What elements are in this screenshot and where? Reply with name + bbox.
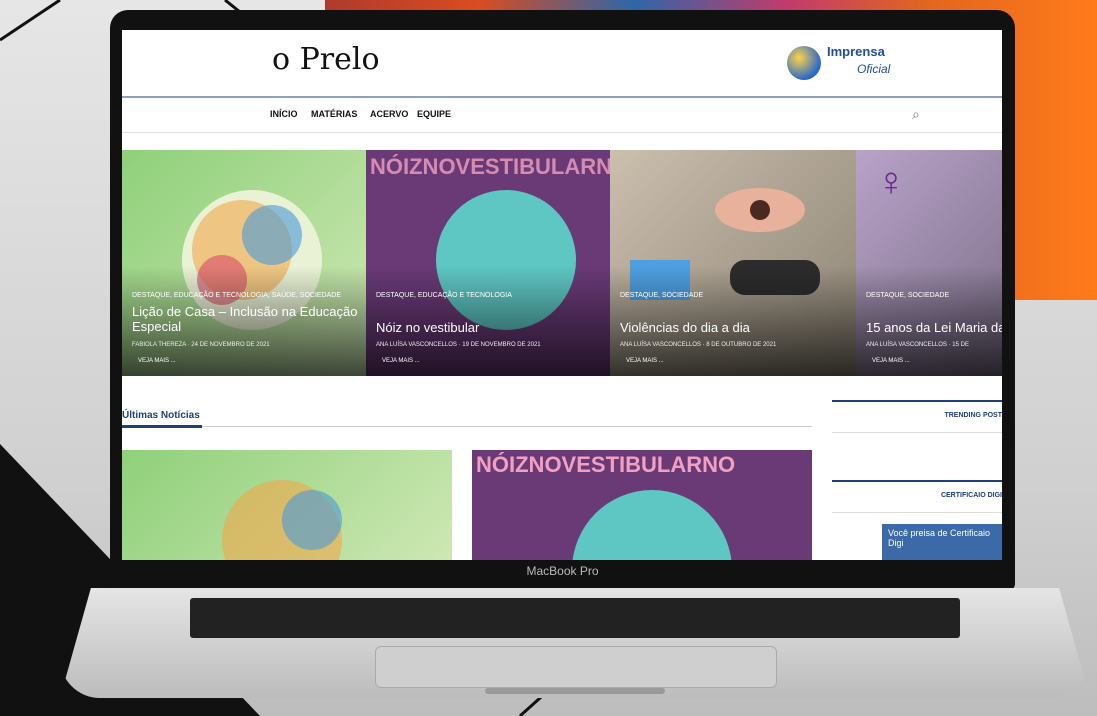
card-date: 19 DE NOVEMBRO DE 2021 <box>462 342 541 348</box>
post-thumbnail[interactable]: NÓIZNOVESTIBULARNO <box>472 450 812 560</box>
card-author: FABIOLA THEREZA <box>132 342 186 348</box>
card-author: ANA LUÍSA VASCONCELLOS <box>866 342 947 348</box>
card-title[interactable]: 15 anos da Lei Maria da <box>866 320 1002 335</box>
screen: o Prelo Imprensa Oficial INÍCIO MATÉRIAS… <box>122 30 1002 560</box>
card-meta: ANA LUÍSA VASCONCELLOS · 8 DE OUTUBRO DE… <box>620 342 777 348</box>
card-category[interactable]: DESTAQUE, EDUCAÇÃO E TECNOLOGIA, SAÚDE, … <box>132 292 341 299</box>
card-meta: ANA LUÍSA VASCONCELLOS · 15 DE <box>866 342 969 348</box>
card-title[interactable]: Lição de Casa – Inclusão na Educação Esp… <box>132 304 362 334</box>
partner-logo[interactable]: Imprensa Oficial <box>787 40 917 85</box>
card-meta: FABIOLA THEREZA · 24 DE NOVEMBRO DE 2021 <box>132 342 270 348</box>
device-brand: MacBook Pro <box>526 564 599 578</box>
hero-card[interactable]: DESTAQUE, EDUCAÇÃO E TECNOLOGIA, SAÚDE, … <box>122 150 366 376</box>
card-author: ANA LUÍSA VASCONCELLOS <box>376 342 457 348</box>
trending-widget: TRENDING POST <box>832 400 1002 433</box>
laptop-lip <box>485 688 665 694</box>
site-header: o Prelo Imprensa Oficial <box>122 30 1002 96</box>
hero-card[interactable]: ♀ DESTAQUE, SOCIEDADE 15 anos da Lei Mar… <box>856 150 1002 376</box>
read-more-link[interactable]: VEJA MAIS ... <box>138 358 176 364</box>
partner-emblem-icon <box>787 46 821 80</box>
card-date: 8 DE OUTUBRO DE 2021 <box>706 342 777 348</box>
cert-banner[interactable]: Você preisa de Certificaio Digi <box>882 524 1002 560</box>
read-more-link[interactable]: VEJA MAIS ... <box>872 358 910 364</box>
nav-item-inicio[interactable]: INÍCIO <box>270 109 298 119</box>
read-more-link[interactable]: VEJA MAIS ... <box>626 358 664 364</box>
post-thumbnail[interactable] <box>122 450 452 560</box>
card-category[interactable]: DESTAQUE, SOCIEDADE <box>866 292 949 299</box>
main-nav: INÍCIO MATÉRIAS ACERVO EQUIPE ⌕ <box>122 98 1002 133</box>
read-more-link[interactable]: VEJA MAIS ... <box>382 358 420 364</box>
poster-text: NÓIZNOVESTIBULARNO <box>476 452 736 477</box>
cert-title: CERTIFICAIO DIGI <box>940 492 1002 499</box>
poster-circle <box>572 490 732 560</box>
section-divider <box>122 426 812 427</box>
laptop: o Prelo Imprensa Oficial INÍCIO MATÉRIAS… <box>110 10 1015 590</box>
section-title: Últimas Notícias <box>122 410 200 421</box>
card-author: ANA LUÍSA VASCONCELLOS <box>620 342 701 348</box>
partner-name-line1: Imprensa <box>827 44 885 59</box>
nav-item-materias[interactable]: MATÉRIAS <box>311 109 357 119</box>
nav-item-equipe[interactable]: EQUIPE <box>417 109 451 119</box>
card-title[interactable]: Violências do dia a dia <box>620 320 750 335</box>
search-icon[interactable]: ⌕ <box>912 106 920 123</box>
card-title[interactable]: Nóiz no vestibular <box>376 320 479 335</box>
card-meta: ANA LUÍSA VASCONCELLOS · 19 DE NOVEMBRO … <box>376 342 541 348</box>
hands-illustration <box>222 480 342 560</box>
hero-carousel: DESTAQUE, EDUCAÇÃO E TECNOLOGIA, SAÚDE, … <box>122 150 1002 376</box>
cert-widget: CERTIFICAIO DIGI <box>832 480 1002 513</box>
trending-title: TRENDING POST <box>944 412 1002 419</box>
laptop-base <box>60 588 1090 698</box>
venus-icon: ♀ <box>876 160 906 204</box>
poster-text: NÓIZNOVESTIBULARNO <box>370 154 610 179</box>
nav-item-acervo[interactable]: ACERVO <box>370 109 408 119</box>
card-category[interactable]: DESTAQUE, SOCIEDADE <box>620 292 703 299</box>
card-category[interactable]: DESTAQUE, EDUCAÇÃO E TECNOLOGIA <box>376 292 512 299</box>
site-logo[interactable]: o Prelo <box>272 42 380 77</box>
card-date: 24 DE NOVEMBRO DE 2021 <box>191 342 270 348</box>
hero-card[interactable]: NÓIZNOVESTIBULARNO DESTAQUE, EDUCAÇÃO E … <box>366 150 610 376</box>
keyboard <box>190 598 960 638</box>
card-date: 15 DE <box>952 342 969 348</box>
trackpad <box>375 646 777 688</box>
partner-name-line2: Oficial <box>857 62 891 76</box>
hero-card[interactable]: DESTAQUE, SOCIEDADE Violências do dia a … <box>610 150 856 376</box>
section-accent <box>122 425 202 428</box>
